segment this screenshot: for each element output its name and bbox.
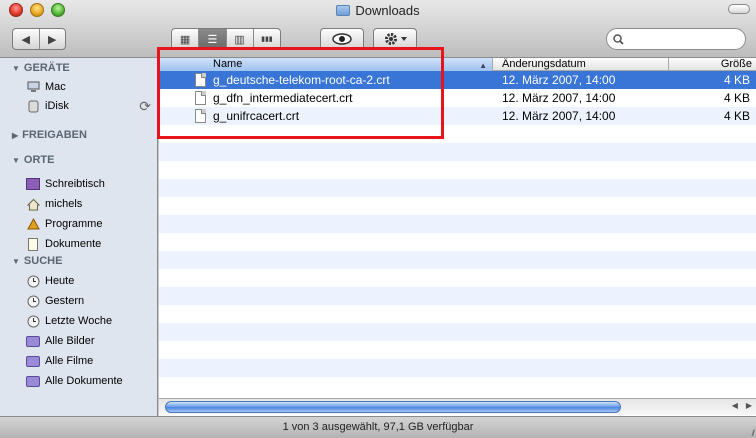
applications-icon — [26, 217, 40, 231]
column-header-date[interactable]: Änderungsdatum — [494, 58, 669, 71]
status-bar: 1 von 3 ausgewählt, 97,1 GB verfügbar //… — [0, 416, 756, 438]
search-field[interactable] — [606, 28, 746, 50]
smart-folder-icon — [26, 374, 40, 388]
search-icon — [613, 33, 624, 45]
sidebar-item-mac[interactable]: Mac — [26, 78, 66, 96]
annotation-highlight-box — [157, 47, 444, 139]
sidebar: ▼ GERÄTE Mac iDisk ⟳ ▶ FREIGABEN ▼ ORTE … — [0, 58, 158, 416]
empty-row-stripe — [159, 323, 756, 341]
scrollbar-thumb[interactable] — [165, 401, 621, 413]
idisk-icon — [26, 99, 40, 113]
list-view-button[interactable]: ☰ — [198, 29, 226, 49]
file-size: 4 KB — [723, 109, 750, 123]
sidebar-section-shared[interactable]: ▶ FREIGABEN — [0, 127, 157, 143]
eye-icon — [332, 33, 352, 45]
list-view-icon: ☰ — [207, 33, 218, 46]
sidebar-item-letzte-woche[interactable]: Letzte Woche — [26, 312, 112, 330]
sidebar-item-alle-filme[interactable]: Alle Filme — [26, 352, 93, 370]
sidebar-section-search[interactable]: ▼ SUCHE — [0, 253, 157, 269]
disclosure-open-icon: ▼ — [12, 63, 20, 73]
home-icon — [26, 197, 40, 211]
back-arrow-icon: ◀ — [21, 33, 30, 46]
file-date: 12. März 2007, 14:00 — [502, 109, 616, 123]
file-date: 12. März 2007, 14:00 — [502, 73, 616, 87]
chevron-down-icon — [400, 37, 407, 41]
window-title-text: Downloads — [355, 3, 420, 18]
back-forward-control: ◀ ▶ — [12, 28, 66, 50]
sidebar-item-dokumente[interactable]: Dokumente — [26, 235, 101, 253]
empty-row-stripe — [159, 287, 756, 305]
clock-icon — [26, 294, 40, 308]
search-input[interactable] — [628, 33, 738, 45]
sidebar-section-devices[interactable]: ▼ GERÄTE — [0, 60, 157, 76]
empty-row-stripe — [159, 251, 756, 269]
scroll-right-icon[interactable]: ▶ — [746, 401, 752, 410]
sidebar-item-alle-bilder[interactable]: Alle Bilder — [26, 332, 95, 350]
file-size: 4 KB — [723, 91, 750, 105]
documents-icon — [26, 237, 40, 251]
horizontal-scrollbar[interactable]: ◀ ▶ — [159, 398, 756, 415]
column-header-size[interactable]: Größe — [670, 58, 756, 71]
sidebar-item-schreibtisch[interactable]: Schreibtisch — [26, 175, 105, 193]
sidebar-item-gestern[interactable]: Gestern — [26, 292, 84, 310]
clock-icon — [26, 274, 40, 288]
sync-icon[interactable]: ⟳ — [139, 98, 151, 115]
resize-grip-icon[interactable]: /// — [751, 423, 754, 438]
column-view-icon: ▥ — [234, 33, 245, 46]
disclosure-open-icon: ▼ — [12, 256, 20, 266]
cover-flow-icon: ▮▮▮ — [261, 36, 273, 43]
sidebar-item-heute[interactable]: Heute — [26, 272, 74, 290]
sidebar-item-michels[interactable]: michels — [26, 195, 82, 213]
icon-view-button[interactable]: ▦ — [172, 29, 198, 49]
gear-icon — [384, 33, 397, 45]
disclosure-closed-icon: ▶ — [12, 130, 19, 140]
smart-folder-icon — [26, 354, 40, 368]
scroll-arrows: ◀ ▶ — [732, 401, 752, 410]
empty-row-stripe — [159, 143, 756, 161]
sidebar-item-programme[interactable]: Programme — [26, 215, 102, 233]
computer-icon — [26, 80, 40, 94]
desktop-icon — [26, 177, 40, 191]
window-title: Downloads — [0, 3, 756, 18]
column-view-button[interactable]: ▥ — [225, 29, 253, 49]
folder-icon — [336, 5, 351, 16]
status-text: 1 von 3 ausgewählt, 97,1 GB verfügbar — [282, 421, 474, 433]
cover-flow-button[interactable]: ▮▮▮ — [252, 29, 280, 49]
clock-icon — [26, 314, 40, 328]
empty-row-stripe — [159, 179, 756, 197]
sidebar-item-alle-dokumente[interactable]: Alle Dokumente — [26, 372, 123, 390]
file-date: 12. März 2007, 14:00 — [502, 91, 616, 105]
sidebar-section-places[interactable]: ▼ ORTE — [0, 152, 157, 168]
toolbar-toggle-button[interactable] — [728, 4, 750, 14]
sidebar-item-idisk[interactable]: iDisk — [26, 97, 69, 115]
empty-row-stripe — [159, 359, 756, 377]
empty-row-stripe — [159, 215, 756, 233]
back-button[interactable]: ◀ — [13, 29, 39, 49]
icon-view-icon: ▦ — [179, 33, 191, 46]
file-size: 4 KB — [723, 73, 750, 87]
forward-arrow-icon: ▶ — [48, 33, 57, 46]
scroll-left-icon[interactable]: ◀ — [732, 401, 738, 410]
disclosure-open-icon: ▼ — [12, 155, 20, 165]
forward-button[interactable]: ▶ — [38, 29, 66, 49]
smart-folder-icon — [26, 334, 40, 348]
